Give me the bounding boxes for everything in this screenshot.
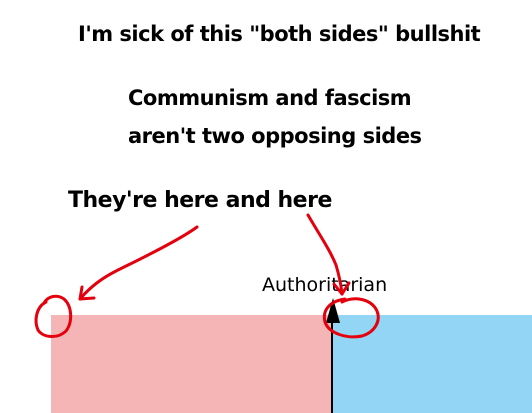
left-arrow-icon <box>78 225 199 301</box>
hand-drawn-annotations <box>34 213 380 339</box>
left-circle-icon <box>34 294 73 338</box>
right-arrow-icon <box>306 213 344 296</box>
